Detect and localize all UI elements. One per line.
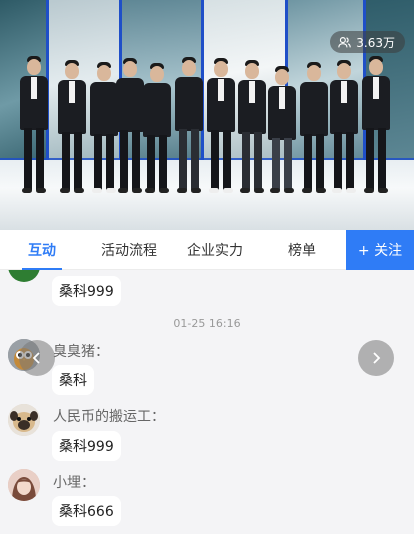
tab-label: 企业实力 xyxy=(187,243,243,259)
sender-name: 人民币的搬运工： xyxy=(53,409,165,425)
message-text: 桑科999 xyxy=(59,284,114,300)
sender-name: 臭臭猪： xyxy=(53,344,109,360)
message-text: 桑科999 xyxy=(59,439,114,455)
tab-leaderboard[interactable]: 榜单 xyxy=(278,230,326,270)
tab-interaction[interactable]: 互动 xyxy=(18,230,66,270)
chat-timestamp: 01-25 16:16 xyxy=(173,317,241,330)
message-text: 桑科666 xyxy=(59,504,114,520)
message-bubble: 桑科999 xyxy=(52,431,121,461)
live-room-screen: 3.63万 互动 活动流程 企业实力 榜单 + 关注 桑科999 01-25 1… xyxy=(0,0,414,534)
avatar[interactable] xyxy=(8,270,40,282)
people-icon xyxy=(338,36,352,47)
avatar[interactable] xyxy=(8,469,40,501)
tab-activity-flow[interactable]: 活动流程 xyxy=(92,230,166,270)
next-arrow-button[interactable] xyxy=(358,340,394,376)
tab-label: 榜单 xyxy=(288,243,316,259)
viewer-count-badge: 3.63万 xyxy=(330,31,405,53)
viewer-count-text: 3.63万 xyxy=(356,35,395,50)
pug-avatar-icon xyxy=(8,404,40,436)
message-bubble: 桑科666 xyxy=(52,496,121,526)
message-bubble: 桑科 xyxy=(52,365,94,395)
sender-name: 小埋： xyxy=(53,475,95,491)
chevron-left-icon xyxy=(32,352,40,364)
message-text: 桑科 xyxy=(59,373,87,389)
chevron-right-icon xyxy=(373,352,381,364)
tab-company-strength[interactable]: 企业实力 xyxy=(178,230,252,270)
follow-button[interactable]: + 关注 xyxy=(346,230,414,270)
previous-arrow-button[interactable] xyxy=(19,340,55,376)
tab-label: 活动流程 xyxy=(101,243,157,259)
chat-list[interactable]: 桑科999 01-25 16:16 臭臭猪： 桑科 人民币的搬运工： 桑科999… xyxy=(0,270,414,534)
tab-label: 互动 xyxy=(28,243,56,259)
follow-button-label: + 关注 xyxy=(357,243,403,259)
live-video-area[interactable]: 3.63万 xyxy=(0,0,414,230)
message-bubble: 桑科999 xyxy=(52,276,121,306)
avatar[interactable] xyxy=(8,404,40,436)
girl-avatar-icon xyxy=(8,469,40,501)
